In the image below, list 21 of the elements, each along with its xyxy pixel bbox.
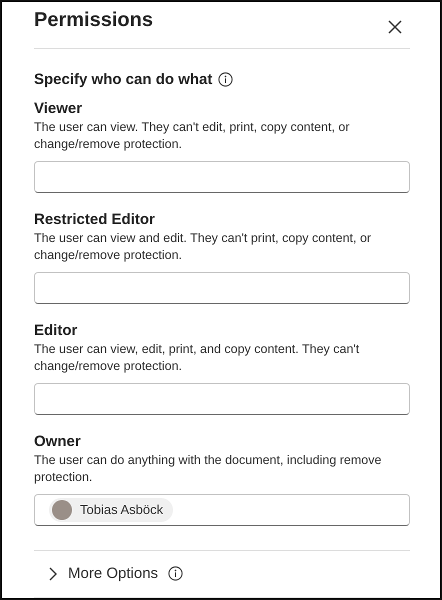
role-name: Editor <box>34 322 78 339</box>
role-description: The user can view, edit, print, and copy content. They can't change/remove protection. <box>34 340 360 375</box>
role-name: Owner <box>34 432 82 450</box>
people-input-field[interactable]: Tobias Asböck <box>34 494 410 526</box>
role-description: The user can view and edit. They can't print, copy content, or change/remove protection. <box>34 230 372 264</box>
role-description: The user can do anything with the document, including remove protection. <box>34 452 382 486</box>
role-name: Viewer <box>34 100 84 117</box>
section-heading: Specify who can do what <box>34 70 212 88</box>
avatar-placeholder <box>52 500 72 520</box>
role-description: The user can view. They can't edit, print, copy content, or change/remove protection. <box>34 118 351 153</box>
people-input-field[interactable] <box>34 382 410 415</box>
role-name: Restricted Editor <box>34 210 156 228</box>
close-icon <box>388 20 402 34</box>
people-input-field[interactable] <box>34 272 410 304</box>
panel-title: Permissions <box>34 9 153 32</box>
person-chip[interactable]: Tobias Asböck <box>49 498 174 522</box>
chevron-icon <box>48 566 58 581</box>
info-icon <box>218 72 234 87</box>
info-icon <box>168 566 184 582</box>
more-options-toggle[interactable]: More Options <box>48 565 184 582</box>
people-input-field[interactable] <box>34 160 410 193</box>
